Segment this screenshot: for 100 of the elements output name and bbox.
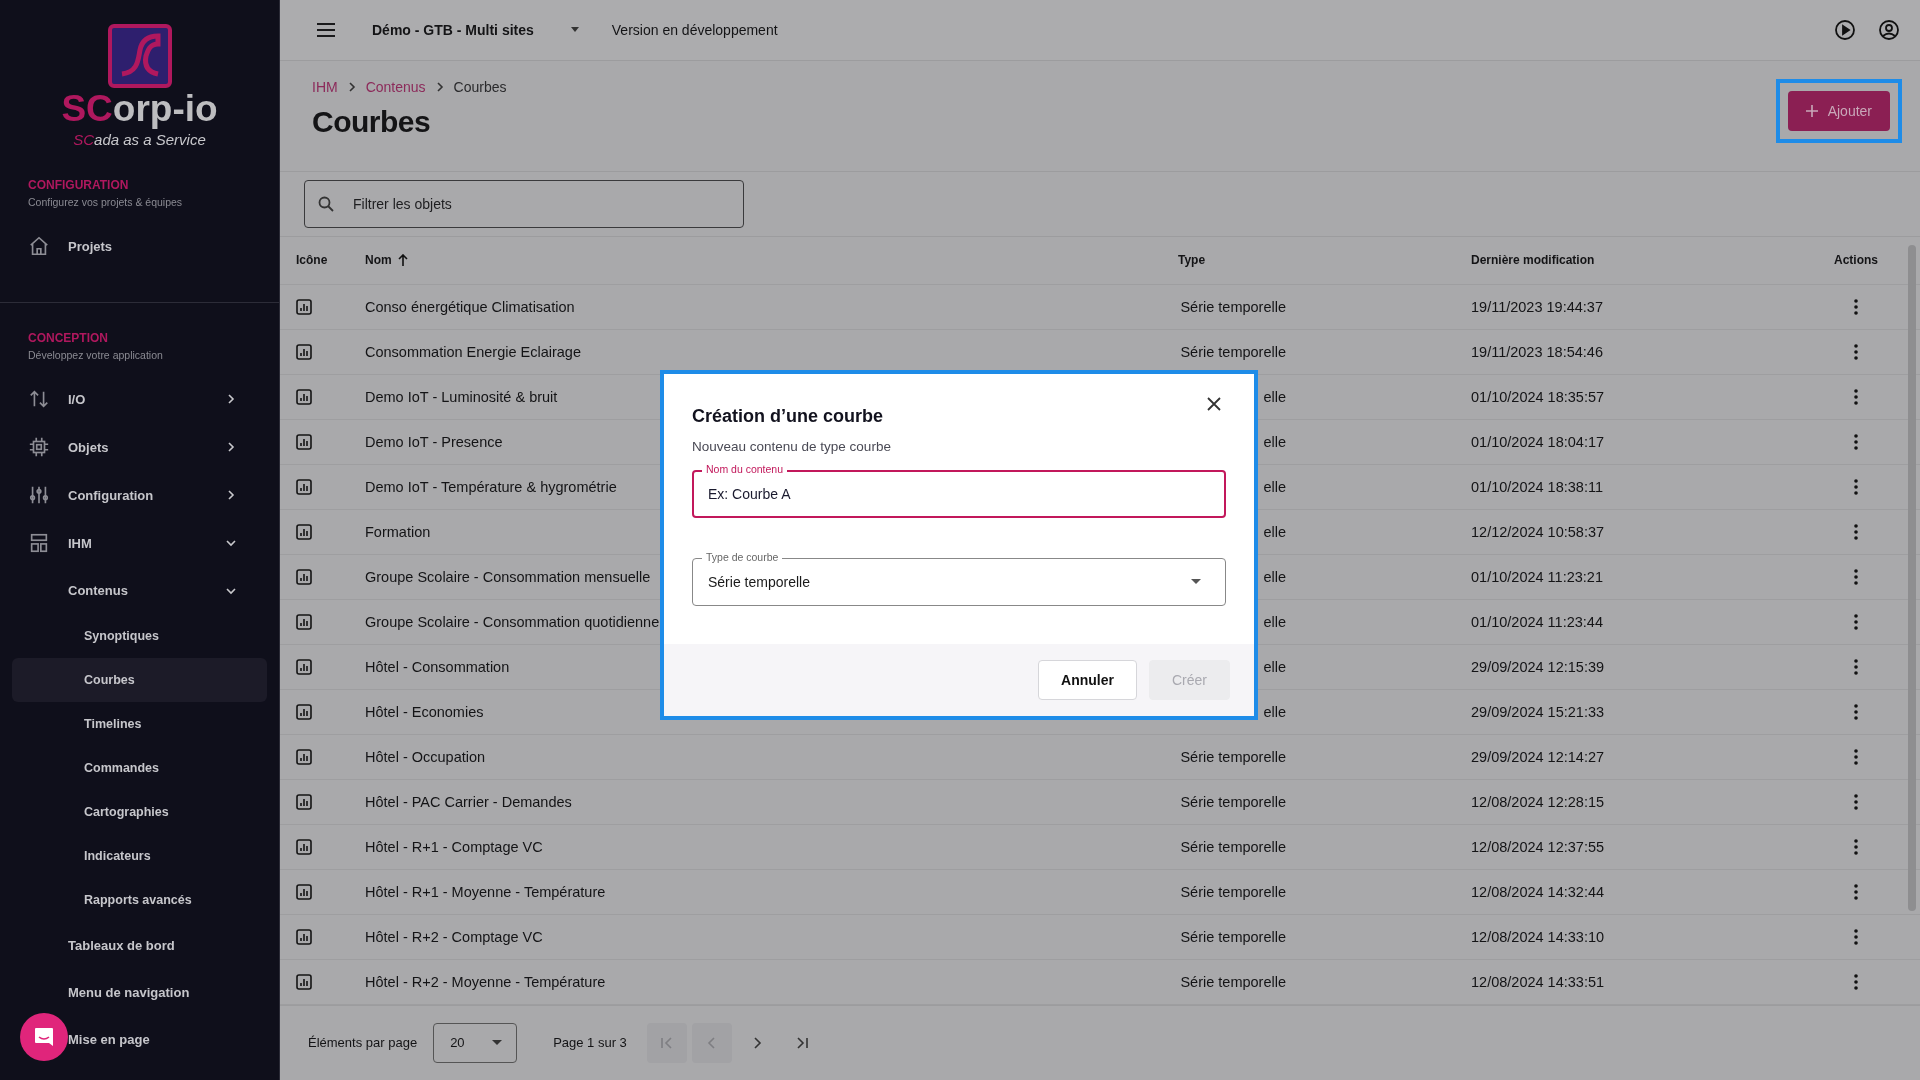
account-icon[interactable] bbox=[1878, 18, 1900, 41]
table-cell: Hôtel - R+1 - Comptage VC bbox=[365, 838, 543, 855]
table-cell: Série temporelle bbox=[1180, 838, 1286, 855]
more-icon[interactable] bbox=[1854, 433, 1858, 450]
chart-icon bbox=[296, 613, 312, 630]
nav-item[interactable]: Contenus bbox=[12, 567, 267, 614]
add-button[interactable]: Ajouter bbox=[1787, 90, 1890, 131]
table-cell: Hôtel - PAC Carrier - Demandes bbox=[365, 793, 572, 810]
project-selector[interactable]: Démo - GTB - Multi sites bbox=[372, 21, 580, 38]
table-cell: Hôtel - Occupation bbox=[365, 748, 486, 765]
table-cell: elle bbox=[1263, 703, 1286, 720]
more-icon[interactable] bbox=[1854, 883, 1858, 900]
nav-item[interactable]: Configuration bbox=[12, 471, 267, 519]
more-icon[interactable] bbox=[1854, 478, 1858, 495]
filter-field[interactable]: Filtrer les objets bbox=[304, 179, 744, 228]
field-label: Nom du contenu bbox=[702, 463, 788, 476]
nav-item[interactable]: I/O bbox=[12, 375, 267, 423]
nav-item[interactable]: Menu de navigation bbox=[12, 969, 267, 1016]
scrollbar[interactable] bbox=[1908, 244, 1916, 911]
chart-icon bbox=[296, 793, 312, 810]
table-cell: Groupe Scolaire - Consommation quotidienne bbox=[365, 613, 660, 630]
page-size-select[interactable]: 20 bbox=[433, 1022, 518, 1063]
table-cell: 12/12/2024 10:58:37 bbox=[1471, 523, 1605, 540]
table-cell: Consommation Energie Eclairage bbox=[365, 343, 581, 360]
table-cell: Demo IoT - Luminosité & bruit bbox=[365, 388, 558, 405]
table-cell: 01/10/2024 18:35:57 bbox=[1471, 388, 1605, 405]
table-cell: 12/08/2024 14:33:10 bbox=[1471, 928, 1605, 945]
brand-name: SCorp-io bbox=[61, 89, 218, 129]
table-cell: Hôtel - Consommation bbox=[365, 658, 510, 675]
first-page-icon bbox=[659, 1035, 674, 1050]
nav-item[interactable]: Projets bbox=[12, 222, 267, 270]
chart-icon bbox=[296, 523, 312, 540]
nav-item[interactable]: Commandes bbox=[12, 746, 267, 790]
table-cell: Série temporelle bbox=[1180, 298, 1286, 315]
table-cell: elle bbox=[1263, 433, 1286, 450]
more-icon[interactable] bbox=[1854, 748, 1858, 765]
chart-icon bbox=[296, 298, 312, 315]
nav-item[interactable]: Courbes bbox=[12, 658, 267, 702]
dialog-subtitle: Nouveau contenu de type courbe bbox=[692, 439, 892, 454]
logo-icon bbox=[107, 24, 172, 88]
column-header: Dernière modification bbox=[1471, 253, 1595, 268]
chart-icon bbox=[296, 703, 312, 720]
breadcrumb-link[interactable]: IHM bbox=[312, 78, 338, 95]
table-cell: Groupe Scolaire - Consommation mensuelle bbox=[365, 568, 651, 585]
chart-icon bbox=[296, 748, 312, 765]
more-icon[interactable] bbox=[1854, 613, 1858, 630]
more-icon[interactable] bbox=[1854, 298, 1858, 315]
chip-icon bbox=[28, 436, 50, 458]
table-cell: Conso énergétique Climatisation bbox=[365, 298, 575, 315]
nav-item[interactable]: Cartographies bbox=[12, 790, 267, 834]
nav-item[interactable]: Indicateurs bbox=[12, 834, 267, 878]
table-cell: 29/09/2024 12:14:27 bbox=[1471, 748, 1605, 765]
more-icon[interactable] bbox=[1854, 523, 1858, 540]
more-icon[interactable] bbox=[1854, 658, 1858, 675]
nav-item[interactable]: Mise en page bbox=[12, 1016, 267, 1063]
section-subtitle: Développez votre application bbox=[27, 349, 164, 361]
section-subtitle: Configurez vos projets & équipes bbox=[27, 196, 184, 208]
table-cell: 01/10/2024 18:38:11 bbox=[1471, 478, 1603, 495]
column-header: Actions bbox=[1834, 253, 1878, 268]
plus-icon bbox=[1805, 104, 1818, 117]
page-title: Courbes bbox=[312, 104, 432, 139]
chart-icon bbox=[296, 883, 312, 900]
chat-icon bbox=[33, 1026, 55, 1048]
more-icon[interactable] bbox=[1854, 793, 1858, 810]
table-cell: Série temporelle bbox=[1180, 928, 1286, 945]
menu-icon[interactable] bbox=[316, 21, 336, 38]
table-cell: 29/09/2024 15:21:33 bbox=[1471, 703, 1605, 720]
nav-item[interactable]: Synoptiques bbox=[12, 614, 267, 658]
arrows-icon bbox=[28, 388, 50, 410]
close-icon[interactable] bbox=[1206, 396, 1222, 412]
table-cell: 19/11/2023 19:44:37 bbox=[1471, 298, 1603, 315]
more-icon[interactable] bbox=[1854, 568, 1858, 585]
nav-item[interactable]: Tableaux de bord bbox=[12, 922, 267, 969]
table-cell: Hôtel - R+2 - Moyenne - Température bbox=[365, 973, 606, 990]
more-icon[interactable] bbox=[1854, 703, 1858, 720]
nav-item[interactable]: IHM bbox=[12, 519, 267, 567]
more-icon[interactable] bbox=[1854, 928, 1858, 945]
table-cell: 12/08/2024 14:32:44 bbox=[1471, 883, 1605, 900]
breadcrumb-link[interactable]: Contenus bbox=[365, 78, 426, 95]
table-cell: Demo IoT - Température & hygrométrie bbox=[365, 478, 617, 495]
play-icon[interactable] bbox=[1834, 18, 1856, 41]
table-cell: Série temporelle bbox=[1180, 343, 1286, 360]
chart-icon bbox=[296, 343, 312, 360]
nav-item[interactable]: Rapports avancés bbox=[12, 878, 267, 922]
more-icon[interactable] bbox=[1854, 343, 1858, 360]
table-cell: 12/08/2024 12:28:15 bbox=[1471, 793, 1605, 810]
chevron-right-icon bbox=[347, 81, 356, 92]
chat-button[interactable] bbox=[20, 1013, 68, 1061]
chart-icon bbox=[296, 568, 312, 585]
breadcrumb-current: Courbes bbox=[453, 78, 507, 95]
section-title: CONFIGURATION bbox=[27, 178, 130, 192]
nav-item[interactable]: Objets bbox=[12, 423, 267, 471]
table-cell: 01/10/2024 11:23:44 bbox=[1471, 613, 1603, 630]
more-icon[interactable] bbox=[1854, 388, 1858, 405]
cancel-button[interactable]: Annuler bbox=[1038, 660, 1137, 700]
more-icon[interactable] bbox=[1854, 838, 1858, 855]
table-cell: 29/09/2024 12:15:39 bbox=[1471, 658, 1605, 675]
caret-icon bbox=[569, 26, 580, 33]
more-icon[interactable] bbox=[1854, 973, 1858, 990]
nav-item[interactable]: Timelines bbox=[12, 702, 267, 746]
